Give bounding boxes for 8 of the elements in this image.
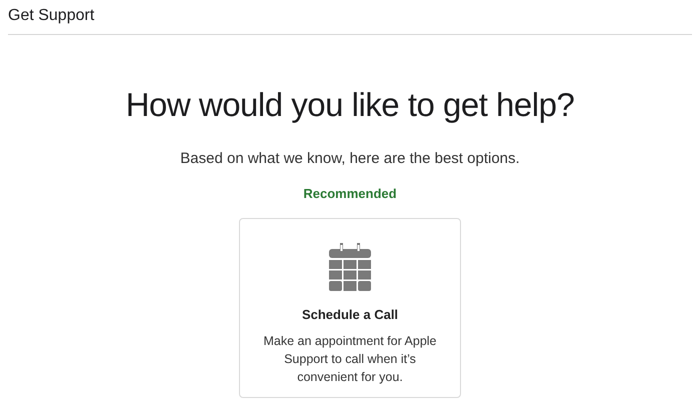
page-title: Get Support xyxy=(8,6,94,26)
recommended-label: Recommended xyxy=(303,185,397,203)
option-card[interactable]: Schedule a Call Make an appointment for Apple Support to call when it’s convenient for you. xyxy=(239,218,461,398)
calendar-icon xyxy=(329,243,371,291)
option-title: Schedule a Call xyxy=(302,306,398,324)
option-description: Make an appointment for Apple Support to call when it’s convenient for you. xyxy=(262,333,438,386)
subtitle: Based on what we know, here are the best options. xyxy=(180,149,520,169)
heading: How would you like to get help? xyxy=(126,85,574,125)
